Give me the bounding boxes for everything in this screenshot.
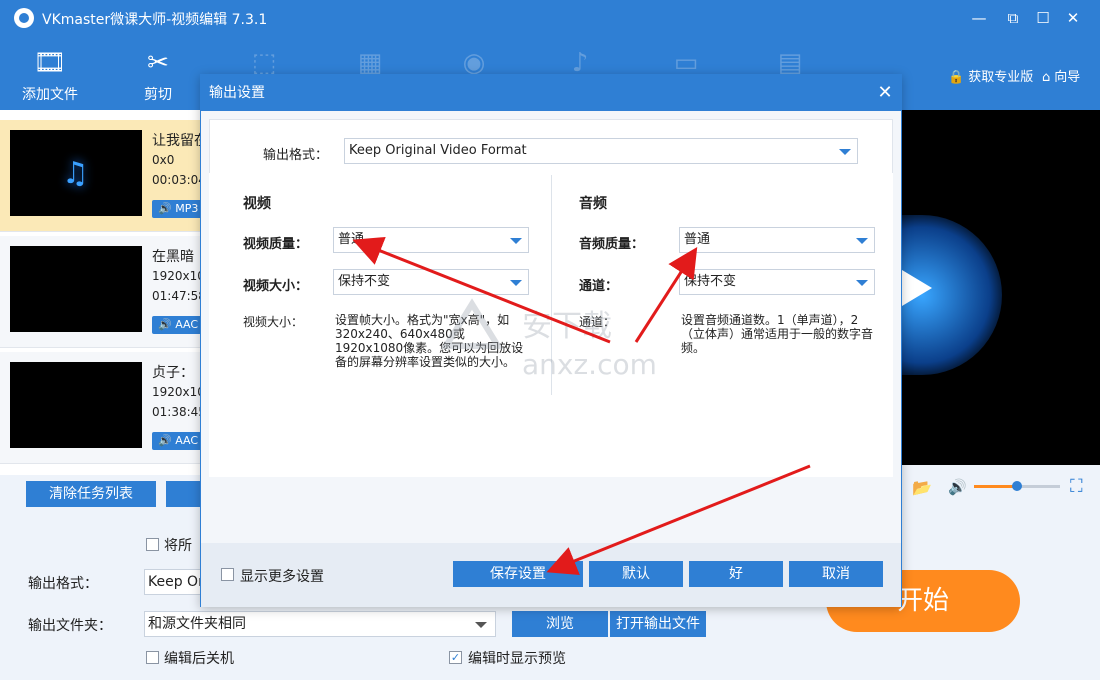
get-pro-label: 获取专业版 <box>968 70 1034 85</box>
app-logo-icon <box>14 8 34 28</box>
restore-button[interactable]: ⧉ <box>1000 6 1026 30</box>
video-thumbnail <box>10 362 142 448</box>
list-item[interactable]: 在黑暗 1920x10 01:47:58 🔊 AAC <box>0 236 206 348</box>
audio-quality-value: 普通 <box>684 232 711 247</box>
audio-format-badge: 🔊 MP3 <box>152 200 205 218</box>
close-button[interactable]: ✕ <box>1060 6 1086 30</box>
cut-button[interactable]: ✂ 剪切 <box>118 44 198 106</box>
scissors-icon: ✂ <box>147 48 169 78</box>
merge-label: 将所 <box>164 538 192 554</box>
video-size-value: 保持不变 <box>338 274 391 289</box>
file-duration: 00:03:04 <box>152 173 206 187</box>
format-select[interactable]: Keep Original Video Format <box>344 138 858 164</box>
open-folder-icon[interactable]: 📂 <box>912 478 932 497</box>
volume-fill <box>974 485 1017 488</box>
output-format-select[interactable]: Keep Or <box>144 569 202 595</box>
chevron-down-icon <box>510 238 522 244</box>
output-folder-select[interactable]: 和源文件夹相同 <box>144 611 496 637</box>
chevron-down-icon <box>856 238 868 244</box>
format-row: 输出格式： Keep Original Video Format <box>209 119 893 181</box>
volume-knob[interactable] <box>1012 481 1022 491</box>
channel-value: 保持不变 <box>684 274 737 289</box>
file-duration: 01:38:45 <box>152 405 206 419</box>
video-size-label: 视频大小： <box>243 279 309 294</box>
output-format-label: 输出格式： <box>28 576 98 592</box>
open-output-button[interactable]: 打开输出文件 <box>610 611 706 637</box>
watermark-logo: 安下载 anxz.com <box>440 298 657 381</box>
format-label: 输出格式： <box>263 148 329 163</box>
file-list: ♫ 让我留在 0x0 00:03:04 🔊 MP3 在黑暗 1920x10 01… <box>0 110 208 475</box>
ok-button[interactable]: 好 <box>689 561 783 587</box>
preview-controls: 📂 🔊 ⛶ <box>902 470 1100 506</box>
guide-link[interactable]: ⌂ 向导 <box>1042 66 1080 85</box>
app-title: VKmaster微课大师-视频编辑 7.3.1 <box>42 12 268 28</box>
video-thumbnail: ♫ <box>10 130 142 216</box>
video-quality-label: 视频质量： <box>243 237 309 252</box>
browse-button[interactable]: 浏览 <box>512 611 608 637</box>
file-name: 在黑暗 <box>152 249 194 265</box>
output-folder-label: 输出文件夹： <box>28 618 112 634</box>
fullscreen-icon[interactable]: ⛶ <box>1070 476 1083 497</box>
save-settings-button[interactable]: 保存设置 <box>453 561 583 587</box>
dialog-footer: 显示更多设置 保存设置 默认 好 取消 <box>201 543 901 607</box>
more-settings-checkbox[interactable] <box>221 568 234 581</box>
audio-quality-label: 音频质量： <box>579 237 645 252</box>
chevron-down-icon <box>856 280 868 286</box>
guide-label: 向导 <box>1054 70 1081 85</box>
home-icon: ⌂ <box>1042 70 1051 85</box>
show-preview-checkbox[interactable]: ✓ <box>449 651 462 664</box>
format-value: Keep Original Video Format <box>349 143 527 158</box>
file-resolution: 1920x10 <box>152 385 205 399</box>
play-icon[interactable] <box>902 270 932 306</box>
shutdown-checkbox[interactable] <box>146 651 159 664</box>
merge-checkbox[interactable] <box>146 538 159 551</box>
minimize-button[interactable]: — <box>966 6 992 30</box>
video-heading: 视频 <box>243 196 271 212</box>
dialog-title: 输出设置 <box>201 75 901 111</box>
volume-icon[interactable]: 🔊 <box>948 478 967 496</box>
file-duration: 01:47:58 <box>152 289 206 303</box>
channel-select[interactable]: 保持不变 <box>679 269 875 295</box>
shutdown-label: 编辑后关机 <box>164 651 234 667</box>
default-button[interactable]: 默认 <box>589 561 683 587</box>
maximize-button[interactable]: ☐ <box>1030 6 1056 30</box>
chevron-down-icon <box>839 149 851 155</box>
chevron-down-icon <box>475 622 487 628</box>
music-note-icon: ♫ <box>62 156 89 191</box>
file-resolution: 0x0 <box>152 153 175 167</box>
add-file-label: 添加文件 <box>22 87 78 103</box>
svg-text:安下载: 安下载 <box>522 309 612 344</box>
cancel-button[interactable]: 取消 <box>789 561 883 587</box>
add-file-button[interactable]: 🎞 添加文件 <box>10 44 90 106</box>
video-preview <box>902 110 1100 465</box>
more-settings-label: 显示更多设置 <box>240 569 324 585</box>
dialog-close-button[interactable]: ✕ <box>875 83 895 103</box>
file-name: 贞子： <box>152 365 194 381</box>
audio-heading: 音频 <box>579 196 607 212</box>
cut-label: 剪切 <box>144 87 172 103</box>
chevron-down-icon <box>510 280 522 286</box>
svg-text:anxz.com: anxz.com <box>522 348 657 381</box>
show-preview-label: 编辑时显示预览 <box>468 651 566 667</box>
video-size-desc-label: 视频大小： <box>243 315 304 329</box>
title-bar: VKmaster微课大师-视频编辑 7.3.1 — ⧉ ☐ ✕ <box>0 0 1100 36</box>
start-label: 开始 <box>896 586 949 616</box>
volume-slider[interactable] <box>974 481 1060 491</box>
list-item[interactable]: 贞子： 1920x10 01:38:45 🔊 AAC <box>0 352 206 464</box>
clear-task-list-button[interactable]: 清除任务列表 <box>26 481 156 507</box>
file-resolution: 1920x10 <box>152 269 205 283</box>
channel-description: 设置音频通道数。1（单声道），2（立体声）通常适用于一般的数字音频。 <box>681 313 874 355</box>
lock-icon: 🔒 <box>948 70 965 85</box>
list-item[interactable]: ♫ 让我留在 0x0 00:03:04 🔊 MP3 <box>0 120 208 232</box>
secondary-list-button[interactable] <box>166 481 200 507</box>
film-add-icon: 🎞 <box>33 48 67 78</box>
video-quality-select[interactable]: 普通 <box>333 227 529 253</box>
video-quality-value: 普通 <box>338 232 365 247</box>
audio-format-badge: 🔊 AAC <box>152 432 205 450</box>
output-folder-value: 和源文件夹相同 <box>148 616 246 632</box>
audio-format-badge: 🔊 AAC <box>152 316 205 334</box>
video-thumbnail <box>10 246 142 332</box>
get-pro-link[interactable]: 🔒 获取专业版 <box>948 66 1033 85</box>
audio-quality-select[interactable]: 普通 <box>679 227 875 253</box>
